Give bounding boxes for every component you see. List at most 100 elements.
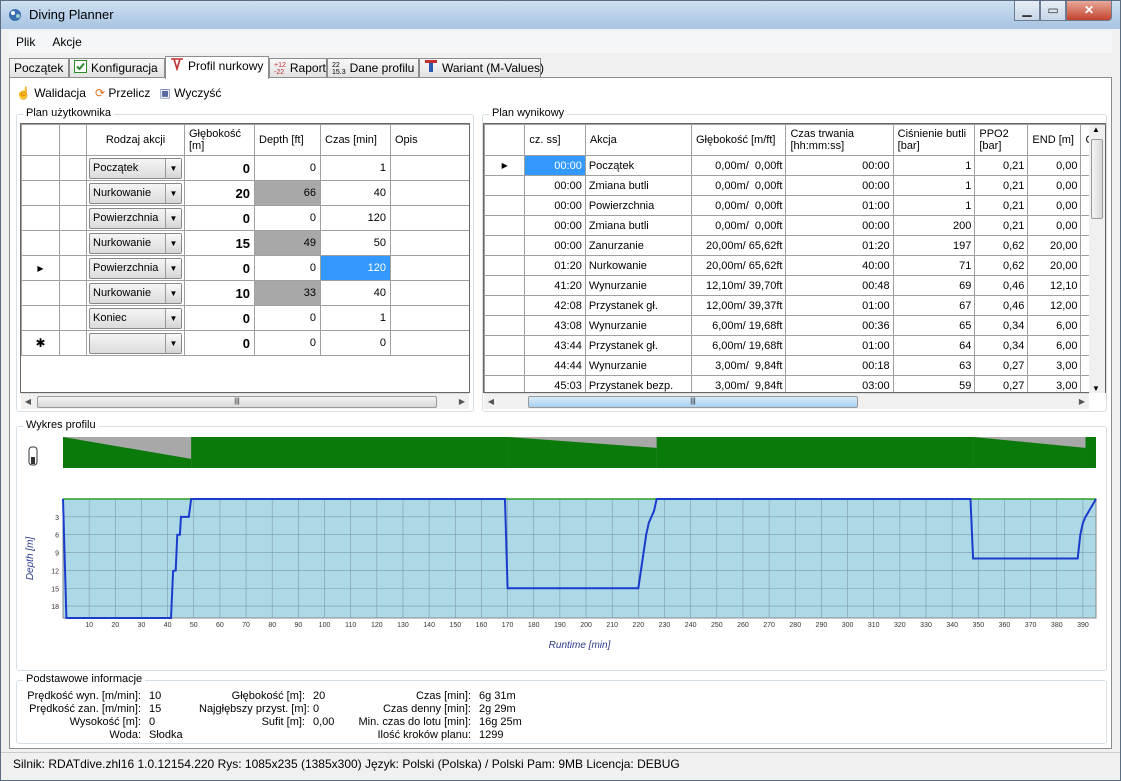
cell-action[interactable]: Przystanek gł.	[584, 335, 692, 356]
cell-end[interactable]: 3,00	[1027, 375, 1082, 392]
cell-pressure[interactable]: 59	[892, 375, 976, 392]
action-select[interactable]: Powierzchnia ▼	[89, 257, 182, 279]
cell-time[interactable]: 120	[320, 255, 391, 281]
cell-end[interactable]: 0,00	[1027, 175, 1082, 196]
cell-duration[interactable]: 00:18	[785, 355, 894, 376]
col-action[interactable]: Rodzaj akcji	[86, 124, 185, 156]
chevron-down-icon[interactable]: ▼	[165, 258, 181, 278]
close-button[interactable]: ✕	[1066, 1, 1112, 21]
cell-ppo2[interactable]: 0,62	[974, 235, 1029, 256]
recalc-button[interactable]: ⟳ Przelicz	[95, 82, 150, 104]
row-header[interactable]: ▶	[21, 255, 60, 281]
row-header[interactable]	[21, 180, 60, 206]
cell-action[interactable]: Zmiana butli	[584, 215, 692, 236]
table-row[interactable]: 00:00 Zanurzanie 20,00m/ 65,62ft 01:20 197 0,…	[484, 235, 1105, 256]
cell-depth-ft[interactable]: 49	[254, 230, 321, 256]
menu-plik[interactable]: Plik	[9, 31, 42, 53]
cell-desc[interactable]	[390, 230, 469, 256]
tab-konfiguracja[interactable]: Konfiguracja	[69, 58, 165, 78]
cell-pressure[interactable]: 69	[892, 275, 976, 296]
row-header[interactable]	[484, 275, 526, 296]
table-row[interactable]: ▶ Powierzchnia ▼ 0 0 120	[21, 255, 469, 281]
result-plan-grid[interactable]: cz. ss] Akcja Głębokość [m/ft] Czas trwa…	[483, 123, 1106, 393]
chevron-down-icon[interactable]: ▼	[165, 183, 181, 203]
table-row[interactable]: ▶ 00:00 Początek 0,00m/ 0,00ft 00:00 1 0,21 0,0…	[484, 155, 1105, 176]
cell-runtime[interactable]: 01:20	[524, 255, 586, 276]
cell-empty[interactable]	[59, 330, 87, 356]
row-header[interactable]	[21, 205, 60, 231]
cell-depth-m[interactable]: 0	[184, 255, 255, 281]
col-desc[interactable]: Opis	[390, 124, 469, 156]
row-header[interactable]	[484, 235, 526, 256]
chevron-down-icon[interactable]: ▼	[165, 333, 181, 353]
scroll-thumb[interactable]: |||	[37, 396, 437, 408]
cell-end[interactable]: 12,10	[1027, 275, 1082, 296]
row-header[interactable]	[484, 315, 526, 336]
chevron-down-icon[interactable]: ▼	[165, 308, 181, 328]
col-time[interactable]: Czas [min]	[320, 124, 391, 156]
cell-ppo2[interactable]: 0,21	[974, 195, 1029, 216]
cell-pressure[interactable]: 65	[892, 315, 976, 336]
cell-desc[interactable]	[390, 180, 469, 206]
row-header[interactable]	[484, 355, 526, 376]
cell-depth-ft[interactable]: 0	[254, 330, 321, 356]
row-header[interactable]	[21, 230, 60, 256]
cell-time[interactable]: 50	[320, 230, 391, 256]
chevron-down-icon[interactable]: ▼	[165, 283, 181, 303]
cell-runtime[interactable]: 43:44	[524, 335, 586, 356]
cell-action[interactable]: Powierzchnia ▼	[86, 255, 185, 281]
cell-action[interactable]: Przystanek gł.	[584, 295, 692, 316]
row-header[interactable]	[484, 295, 526, 316]
cell-empty[interactable]	[59, 180, 87, 206]
cell-end[interactable]: 0,00	[1027, 195, 1082, 216]
chevron-down-icon[interactable]: ▼	[165, 233, 181, 253]
cell-depth-ft[interactable]: 33	[254, 280, 321, 306]
cell-action[interactable]: Początek ▼	[86, 155, 185, 181]
cell-empty[interactable]	[59, 305, 87, 331]
cell-runtime[interactable]: 43:08	[524, 315, 586, 336]
cell-action[interactable]: Nurkowanie ▼	[86, 180, 185, 206]
row-header[interactable]	[21, 305, 60, 331]
table-row[interactable]: Nurkowanie ▼ 10 33 40	[21, 280, 469, 306]
row-header[interactable]	[484, 215, 526, 236]
cell-depth[interactable]: 12,10m/ 39,70ft	[690, 275, 787, 296]
cell-end[interactable]: 6,00	[1027, 335, 1082, 356]
cell-depth[interactable]: 0,00m/ 0,00ft	[690, 155, 787, 176]
cell-ppo2[interactable]: 0,34	[974, 315, 1029, 336]
cell-duration[interactable]: 01:00	[785, 295, 894, 316]
cell-depth-m[interactable]: 20	[184, 180, 255, 206]
cell-duration[interactable]: 03:00	[785, 375, 894, 392]
scroll-right-icon[interactable]: ▶	[455, 396, 469, 408]
row-header[interactable]	[484, 375, 526, 392]
scroll-right-icon[interactable]: ▶	[1075, 396, 1089, 408]
tab-profil-nurkowy[interactable]: Profil nurkowy	[165, 56, 269, 79]
table-row[interactable]: 43:44 Przystanek gł. 6,00m/ 19,68ft 01:00 64…	[484, 335, 1105, 356]
tab-wariant[interactable]: Wariant (M-Values)	[419, 58, 544, 78]
table-row[interactable]: Koniec ▼ 0 0 1	[21, 305, 469, 331]
cell-depth[interactable]: 0,00m/ 0,00ft	[690, 215, 787, 236]
cell-time[interactable]: 1	[320, 305, 391, 331]
cell-depth[interactable]: 20,00m/ 65,62ft	[690, 235, 787, 256]
cell-ppo2[interactable]: 0,21	[974, 175, 1029, 196]
scroll-thumb[interactable]: |||	[528, 396, 858, 408]
cell-depth[interactable]: 0,00m/ 0,00ft	[690, 175, 787, 196]
cell-duration[interactable]: 00:00	[785, 175, 894, 196]
cell-desc[interactable]	[390, 155, 469, 181]
cell-action[interactable]: Nurkowanie ▼	[86, 230, 185, 256]
cell-pressure[interactable]: 71	[892, 255, 976, 276]
action-select[interactable]: ▼	[89, 332, 182, 354]
cell-depth-m[interactable]: 15	[184, 230, 255, 256]
rcol-time[interactable]: cz. ss]	[524, 124, 586, 156]
rcol-pressure[interactable]: Ciśnienie butli [bar]	[892, 124, 976, 156]
cell-empty[interactable]	[59, 205, 87, 231]
user-plan-hscroll[interactable]: ◀ ||| ▶	[21, 393, 469, 409]
action-select[interactable]: Nurkowanie ▼	[89, 232, 182, 254]
cell-pressure[interactable]: 197	[892, 235, 976, 256]
cell-depth[interactable]: 3,00m/ 9,84ft	[690, 375, 787, 392]
cell-end[interactable]: 6,00	[1027, 315, 1082, 336]
rcol-ppo2[interactable]: PPO2 [bar]	[974, 124, 1029, 156]
cell-depth-ft[interactable]: 0	[254, 205, 321, 231]
table-row[interactable]: Nurkowanie ▼ 20 66 40	[21, 180, 469, 206]
cell-time[interactable]: 120	[320, 205, 391, 231]
table-row[interactable]: 01:20 Nurkowanie 20,00m/ 65,62ft 40:00 71 0,6…	[484, 255, 1105, 276]
